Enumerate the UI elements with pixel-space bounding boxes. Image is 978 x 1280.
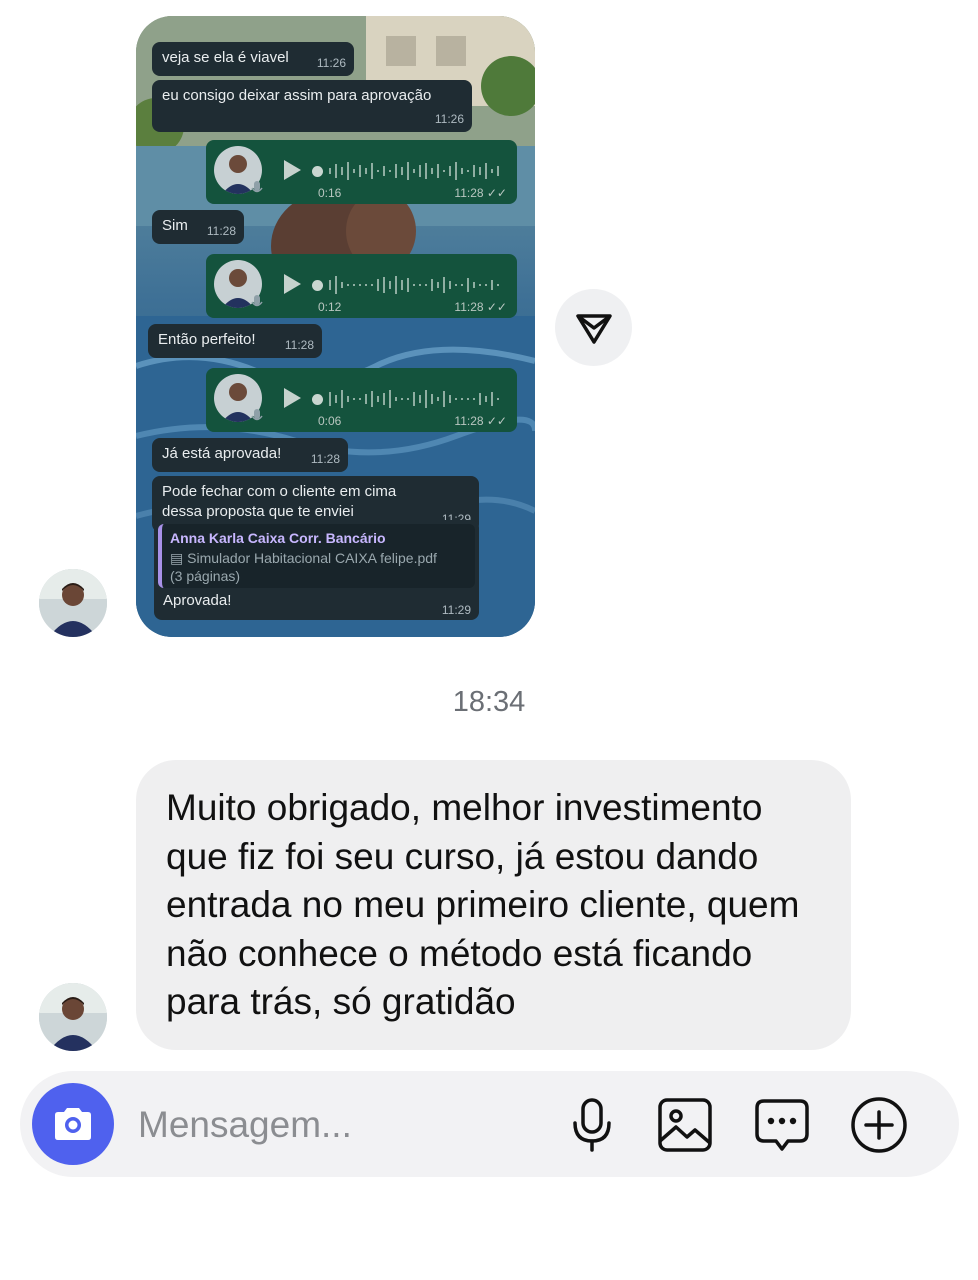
document-icon: ▤ (170, 550, 184, 566)
voice-duration: 0:12 (318, 300, 342, 314)
waveform-icon (329, 276, 499, 294)
quoted-file-name: Simulador Habitacional CAIXA felipe.pdf (187, 550, 437, 566)
wa-message-time: 11:28 (284, 338, 314, 352)
reply-text: Aprovada! (163, 592, 232, 609)
chat-bubble-icon (755, 1099, 809, 1151)
playhead-dot[interactable] (312, 166, 323, 177)
quoted-file-pages: (3 páginas) (170, 568, 241, 584)
wa-message-text: Sim (162, 217, 188, 234)
sticker-chat-button[interactable] (753, 1096, 811, 1154)
quoted-message[interactable]: Anna Karla Caixa Corr. Bancário ▤ Simula… (158, 524, 475, 588)
waveform-icon (329, 390, 499, 408)
wa-message-text: Então perfeito! (158, 331, 256, 348)
dm-thread: veja se ela é viavel 11:26 eu consigo de… (0, 0, 978, 1280)
playhead-dot[interactable] (312, 280, 323, 291)
playhead-dot[interactable] (312, 394, 323, 405)
voice-duration: 0:06 (318, 414, 342, 428)
more-options-button[interactable] (850, 1096, 908, 1154)
voice-record-button[interactable] (563, 1096, 621, 1154)
quoted-file: ▤ Simulador Habitacional CAIXA felipe.pd… (170, 549, 467, 567)
share-button[interactable] (555, 289, 632, 366)
waveform-icon (329, 162, 499, 180)
wa-message: Sim 11:28 (152, 210, 244, 244)
play-icon[interactable] (282, 387, 302, 409)
wa-message: veja se ela é viavel 11:26 (152, 42, 354, 76)
avatar[interactable] (39, 569, 107, 637)
wa-voice-message[interactable]: 0:16 11:28 ✓✓ (206, 140, 517, 204)
send-icon (575, 313, 612, 344)
microphone-icon (573, 1098, 611, 1152)
wa-message-time: 11:26 (316, 56, 346, 70)
avatar[interactable] (39, 983, 107, 1051)
message-text: Muito obrigado, melhor investimento que … (166, 787, 800, 1022)
message-timestamp: 18:34 (452, 686, 526, 718)
image-icon (658, 1098, 712, 1152)
wa-message-text: Já está aprovada! (162, 445, 282, 462)
reply-time: 11:29 (441, 603, 471, 617)
camera-button[interactable] (32, 1083, 114, 1165)
wa-message-time: 11:26 (434, 112, 464, 126)
gallery-button[interactable] (656, 1096, 714, 1154)
voice-time: 11:28 ✓✓ (454, 300, 507, 314)
wa-message-time: 11:28 (206, 224, 236, 238)
mic-badge-icon (251, 295, 263, 307)
wa-message-time: 11:28 (310, 452, 340, 466)
wa-message-text: veja se ela é viavel (162, 49, 289, 66)
wa-message: Então perfeito! 11:28 (148, 324, 322, 358)
voice-time: 11:28 ✓✓ (454, 186, 507, 200)
camera-icon (55, 1108, 91, 1140)
quoted-sender-name: Anna Karla Caixa Corr. Bancário (170, 530, 386, 546)
wa-reply-message: Anna Karla Caixa Corr. Bancário ▤ Simula… (154, 520, 479, 620)
plus-circle-icon (851, 1097, 907, 1153)
message-input[interactable] (136, 1099, 560, 1151)
mic-badge-icon (251, 181, 263, 193)
message-composer (20, 1071, 959, 1177)
mic-badge-icon (251, 409, 263, 421)
voice-time: 11:28 ✓✓ (454, 414, 507, 428)
play-icon[interactable] (282, 273, 302, 295)
wa-message: Já está aprovada! 11:28 (152, 438, 348, 472)
play-icon[interactable] (282, 159, 302, 181)
wa-message-text: Pode fechar com o cliente em cima dessa … (162, 483, 397, 520)
wa-voice-message[interactable]: 0:12 11:28 ✓✓ (206, 254, 517, 318)
wa-message: eu consigo deixar assim para aprovação 1… (152, 80, 472, 132)
message-bubble[interactable]: Muito obrigado, melhor investimento que … (136, 760, 851, 1050)
wa-message-text: eu consigo deixar assim para aprovação (162, 87, 432, 104)
wa-voice-message[interactable]: 0:06 11:28 ✓✓ (206, 368, 517, 432)
voice-duration: 0:16 (318, 186, 342, 200)
